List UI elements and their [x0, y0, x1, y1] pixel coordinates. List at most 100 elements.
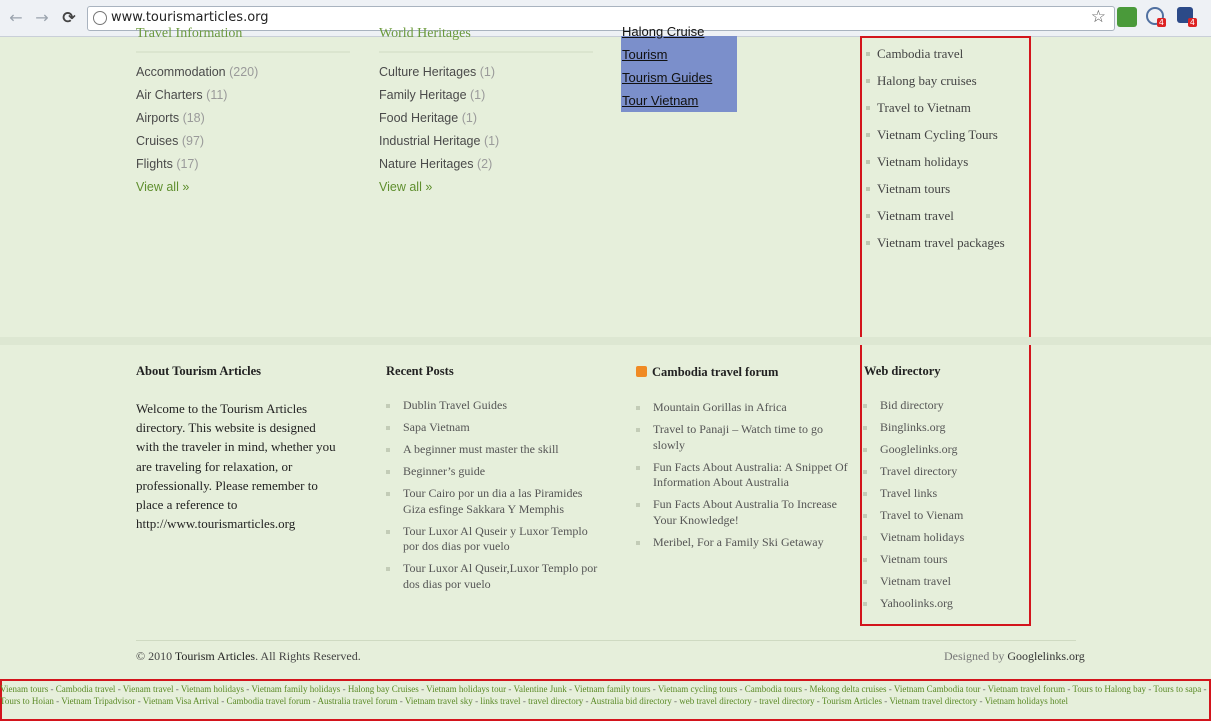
bottom-link[interactable]: Halong bay Cruises [348, 684, 419, 694]
list-item[interactable]: Travel to Vietnam [866, 99, 1005, 126]
list-item[interactable]: Vietnam travel [866, 207, 1005, 234]
bottom-link[interactable]: Vietnam Visa Arrival [143, 696, 219, 706]
view-all-link[interactable]: View all » [379, 178, 499, 201]
divider [379, 51, 593, 53]
tag-link[interactable]: Tour Vietnam [621, 91, 737, 114]
extension-disk-icon[interactable]: 4 [1177, 7, 1197, 27]
list-item[interactable]: Halong bay cruises [866, 72, 1005, 99]
list-item[interactable]: Vietnam travel packages [866, 234, 1005, 261]
bottom-link[interactable]: Tourism Articles [822, 696, 882, 706]
ext-badge: 4 [1156, 18, 1166, 27]
bottom-link[interactable]: Vietnam travel directory [889, 696, 977, 706]
list-item[interactable]: Tour Luxor Al Quseir,Luxor Templo por do… [386, 561, 601, 592]
list-item[interactable]: Family Heritage (1) [379, 86, 499, 109]
tag-link[interactable]: Tourism [621, 45, 737, 68]
reload-icon[interactable]: ⟳ [59, 8, 79, 28]
list-item[interactable]: Binglinks.org [863, 420, 1023, 436]
designer-link[interactable]: Googlelinks.org [1007, 649, 1084, 663]
list-item[interactable]: Accommodation (220) [136, 63, 258, 86]
link-separator: - [310, 696, 318, 706]
bottom-link[interactable]: Vietnam holidays [181, 684, 244, 694]
list-item[interactable]: Vietnam travel [863, 574, 1023, 590]
bottom-link[interactable]: Vietnam travel forum [988, 684, 1065, 694]
bottom-link[interactable]: Vietnam holidays tour [426, 684, 506, 694]
bottom-link[interactable]: Australia travel forum [318, 696, 398, 706]
list-item[interactable]: Nature Heritages (2) [379, 155, 499, 178]
bottom-link[interactable]: Cambodia travel [56, 684, 116, 694]
copyright-site-link[interactable]: Tourism Articles [175, 649, 255, 663]
link-separator: - [219, 696, 227, 706]
forum-posts-list: Mountain Gorillas in Africa Travel to Pa… [636, 400, 851, 557]
bottom-link[interactable]: Vietnam travel sky [405, 696, 473, 706]
bottom-link[interactable]: Tours to Halong bay [1072, 684, 1146, 694]
tag-link[interactable]: Halong Cruise [621, 22, 737, 45]
bottom-link[interactable]: Vietnam family holidays [251, 684, 340, 694]
list-item[interactable]: Tour Cairo por un dia a las Piramides Gi… [386, 486, 601, 517]
link-separator: - [48, 684, 56, 694]
list-item[interactable]: Airports (18) [136, 109, 258, 132]
list-item[interactable]: Dublin Travel Guides [386, 398, 601, 414]
list-item[interactable]: Travel links [863, 486, 1023, 502]
list-item[interactable]: Food Heritage (1) [379, 109, 499, 132]
bottom-link[interactable]: web travel directory [679, 696, 751, 706]
list-item[interactable]: Vietnam tours [866, 180, 1005, 207]
bottom-link[interactable]: Tours to sapa [1153, 684, 1201, 694]
bottom-link[interactable]: Mekong delta cruises [810, 684, 887, 694]
bottom-link[interactable]: Cambodia travel forum [227, 696, 311, 706]
rss-icon[interactable] [636, 366, 647, 377]
link-separator: - [566, 684, 575, 694]
list-item[interactable]: Air Charters (11) [136, 86, 258, 109]
link-separator: - [1201, 684, 1207, 694]
list-item[interactable]: Googlelinks.org [863, 442, 1023, 458]
list-item[interactable]: Vietnam holidays [866, 153, 1005, 180]
list-item[interactable]: Tour Luxor Al Quseir y Luxor Templo por … [386, 524, 601, 555]
list-item[interactable]: Mountain Gorillas in Africa [636, 400, 851, 416]
list-item[interactable]: Yahoolinks.org [863, 596, 1023, 612]
bottom-link[interactable]: travel directory [759, 696, 814, 706]
bottom-link[interactable]: Tours to Hoian [0, 696, 54, 706]
bottom-link[interactable]: Vietnam cycling tours [658, 684, 737, 694]
link-separator: - [802, 684, 810, 694]
list-item[interactable]: Fun Facts About Australia: A Snippet Of … [636, 460, 851, 491]
link-separator: - [980, 684, 988, 694]
extension-refresh-icon[interactable] [1117, 7, 1137, 27]
bottom-link[interactable]: travel directory [528, 696, 583, 706]
list-item[interactable]: Bid directory [863, 398, 1023, 414]
forward-icon[interactable]: → [32, 8, 52, 28]
list-item[interactable]: Flights (17) [136, 155, 258, 178]
view-all-link[interactable]: View all » [136, 178, 258, 201]
forum-title[interactable]: Cambodia travel forum [636, 365, 778, 380]
list-item[interactable]: Travel to Vienam [863, 508, 1023, 524]
list-item[interactable]: Travel to Panaji – Watch time to go slow… [636, 422, 851, 453]
list-item[interactable]: Beginner’s guide [386, 464, 601, 480]
bookmark-star-icon[interactable]: ☆ [1091, 7, 1106, 27]
url-text[interactable]: www.tourismarticles.org [111, 10, 269, 25]
tag-link[interactable]: Tourism Guides [621, 68, 737, 91]
list-item[interactable]: Travel directory [863, 464, 1023, 480]
link-separator: - [650, 684, 658, 694]
bottom-link[interactable]: Vietnam Cambodia tour [894, 684, 980, 694]
bottom-link[interactable]: Vietnam holidays hotel [985, 696, 1068, 706]
list-item[interactable]: Fun Facts About Australia To Increase Yo… [636, 497, 851, 528]
list-item[interactable]: Industrial Heritage (1) [379, 132, 499, 155]
link-separator: - [977, 696, 985, 706]
list-item[interactable]: Meribel, For a Family Ski Getaway [636, 535, 851, 551]
bottom-link[interactable]: Vienam travel [123, 684, 174, 694]
extension-search-icon[interactable]: 4 [1146, 7, 1166, 27]
list-item[interactable]: Vietnam tours [863, 552, 1023, 568]
bottom-link[interactable]: Australia bid directory [590, 696, 671, 706]
list-item[interactable]: Cambodia travel [866, 45, 1005, 72]
bottom-link[interactable]: Cambodia tours [745, 684, 802, 694]
list-item[interactable]: Culture Heritages (1) [379, 63, 499, 86]
list-item[interactable]: Cruises (97) [136, 132, 258, 155]
list-item[interactable]: Vietnam holidays [863, 530, 1023, 546]
bottom-link[interactable]: links travel [480, 696, 520, 706]
list-item[interactable]: Vietnam Cycling Tours [866, 126, 1005, 153]
bottom-link[interactable]: Vienam tours [0, 684, 48, 694]
list-item[interactable]: Sapa Vietnam [386, 420, 601, 436]
list-item[interactable]: A beginner must master the skill [386, 442, 601, 458]
bottom-link[interactable]: Valentine Junk [513, 684, 566, 694]
bottom-link[interactable]: Vietnam family tours [574, 684, 650, 694]
bottom-link[interactable]: Vietnam Tripadvisor [61, 696, 135, 706]
back-icon[interactable]: ← [6, 8, 26, 28]
